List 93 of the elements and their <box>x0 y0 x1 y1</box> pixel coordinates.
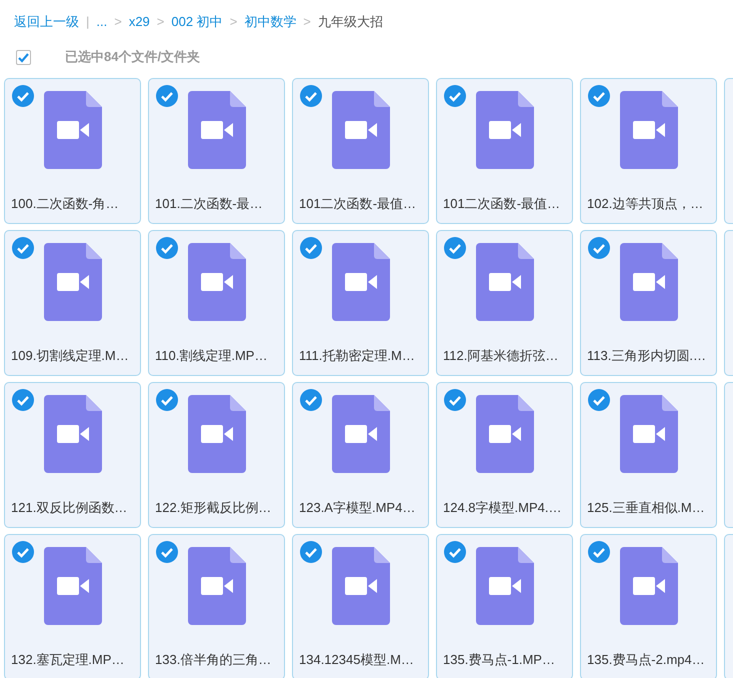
file-card[interactable]: 101二次函数-最值… <box>292 78 429 224</box>
video-file-icon <box>476 547 534 625</box>
checkmark-icon[interactable] <box>444 541 466 563</box>
file-card[interactable]: 111.托勒密定理.M… <box>292 230 429 376</box>
file-name: 113.三角形内切圆.… <box>586 346 706 364</box>
video-file-icon <box>332 91 390 169</box>
breadcrumb-separator: > <box>230 13 238 32</box>
checkmark-icon[interactable] <box>156 237 178 259</box>
file-card[interactable]: 123.A字模型.MP4… <box>292 382 429 528</box>
file-name: 124.8字模型.MP4.… <box>442 498 562 516</box>
file-card[interactable]: 102.边等共顶点，… <box>580 78 717 224</box>
file-name: 121.双反比例函数… <box>10 498 128 516</box>
breadcrumb-link[interactable]: x29 <box>128 12 150 32</box>
video-file-icon <box>476 395 534 473</box>
file-name: 110.割线定理.MP… <box>154 346 268 364</box>
checkmark-icon[interactable] <box>444 237 466 259</box>
file-name: 135.费马点-2.mp4… <box>586 650 705 669</box>
file-name: 102.边等共顶点，… <box>586 194 704 212</box>
file-card[interactable]: 125.三垂直相似.M… <box>580 382 717 528</box>
file-card[interactable]: 135.费马点-1.MP… <box>436 534 573 678</box>
file-card[interactable]: 101.二次函数-最… <box>148 78 285 224</box>
file-card[interactable]: 133.倍半角的三角… <box>148 534 285 678</box>
breadcrumb-link[interactable]: ... <box>96 12 108 32</box>
file-name: 109.切割线定理.M… <box>10 346 129 364</box>
file-card[interactable]: 112.阿基米德折弦… <box>436 230 573 376</box>
video-file-icon <box>44 243 102 321</box>
file-card[interactable]: 100.二次函数-角… <box>4 78 141 224</box>
video-file-icon <box>188 91 246 169</box>
checkmark-icon[interactable] <box>300 541 322 563</box>
file-card[interactable]: 134.12345模型.M… <box>292 534 429 678</box>
breadcrumb-separator: > <box>114 13 122 32</box>
checkmark-icon[interactable] <box>12 541 34 563</box>
video-file-icon <box>188 547 246 625</box>
file-name: 111.托勒密定理.M… <box>298 346 415 364</box>
file-name: 123.A字模型.MP4… <box>298 498 416 516</box>
checkmark-icon[interactable] <box>588 237 610 259</box>
select-all-checkbox[interactable] <box>16 50 31 64</box>
video-file-icon <box>188 243 246 321</box>
video-file-icon <box>476 243 534 321</box>
breadcrumb-separator: > <box>156 13 164 32</box>
file-name: 134.12345模型.M… <box>298 650 414 668</box>
file-name: 101二次函数-最值… <box>298 194 416 212</box>
breadcrumb-link[interactable]: 初中数学 <box>244 12 296 32</box>
video-file-icon <box>332 547 390 625</box>
file-name: 112.阿基米德折弦… <box>442 346 558 364</box>
video-file-icon <box>332 243 390 321</box>
checkmark-icon[interactable] <box>12 85 34 107</box>
checkmark-icon[interactable] <box>444 85 466 107</box>
checkmark-icon[interactable] <box>588 85 610 107</box>
file-card[interactable]: 124.8字模型.MP4.… <box>436 382 573 528</box>
file-name: 133.倍半角的三角… <box>154 650 272 668</box>
file-name: 101.二次函数-最… <box>154 194 263 212</box>
checkmark-icon[interactable] <box>12 237 34 259</box>
video-file-icon <box>620 395 678 473</box>
file-name: 100.二次函数-角… <box>10 194 119 212</box>
checkmark-icon[interactable] <box>156 85 178 107</box>
checkmark-icon[interactable] <box>156 541 178 563</box>
video-file-icon <box>44 547 102 625</box>
file-name: 135.费马点-1.MP… <box>442 650 555 668</box>
video-file-icon <box>188 395 246 473</box>
video-file-icon <box>44 395 102 473</box>
file-name: 122.矩形截反比例… <box>154 498 272 516</box>
video-file-icon <box>476 91 534 169</box>
video-file-icon <box>620 243 678 321</box>
checkmark-icon[interactable] <box>300 85 322 107</box>
selection-count: 已选中84个文件/文件夹 <box>65 48 200 66</box>
current-folder: 九年级大招 <box>318 13 383 32</box>
back-link[interactable]: 返回上一级 <box>14 12 79 32</box>
video-file-icon <box>44 91 102 169</box>
checkmark-icon[interactable] <box>300 237 322 259</box>
checkmark-icon[interactable] <box>300 389 322 411</box>
file-card[interactable]: 121.双反比例函数… <box>4 382 141 528</box>
video-file-icon <box>620 547 678 625</box>
checkmark-icon[interactable] <box>156 389 178 411</box>
checkmark-icon[interactable] <box>444 389 466 411</box>
breadcrumb-separator: > <box>303 13 311 32</box>
file-card[interactable]: 113.三角形内切圆.… <box>580 230 717 376</box>
file-card[interactable]: 132.塞瓦定理.MP… <box>4 534 141 678</box>
video-file-icon <box>332 395 390 473</box>
breadcrumb-link[interactable]: 002 初中 <box>171 12 223 32</box>
checkmark-icon[interactable] <box>12 389 34 411</box>
file-name: 101二次函数-最值… <box>442 194 560 212</box>
file-card[interactable]: 122.矩形截反比例… <box>148 382 285 528</box>
video-file-icon <box>620 91 678 169</box>
file-card[interactable]: 101二次函数-最值… <box>436 78 573 224</box>
checkmark-icon[interactable] <box>588 389 610 411</box>
breadcrumb-divider: | <box>86 13 90 32</box>
file-card[interactable]: 109.切割线定理.M… <box>4 230 141 376</box>
file-name: 125.三垂直相似.M… <box>586 498 705 516</box>
file-card[interactable]: 110.割线定理.MP… <box>148 230 285 376</box>
file-name: 132.塞瓦定理.MP… <box>10 650 124 668</box>
checkmark-icon[interactable] <box>588 541 610 563</box>
file-card[interactable]: 135.费马点-2.mp4… <box>580 534 717 678</box>
